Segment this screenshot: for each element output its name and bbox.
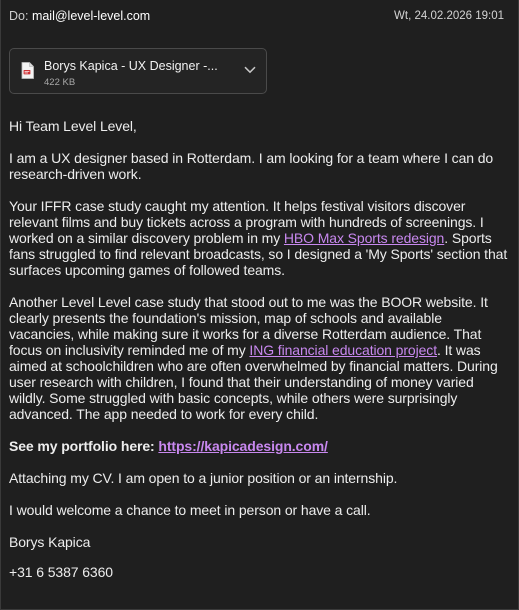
sent-date: Wt, 24.02.2026 19:01 xyxy=(394,10,504,22)
ing-project-link[interactable]: ING financial education project xyxy=(249,342,437,358)
signature-name: Borys Kapica xyxy=(9,534,91,550)
signature-phone[interactable]: +31 6 5387 6360 xyxy=(9,564,509,580)
email-body: Hi Team Level Level, I am a UX designer … xyxy=(9,118,509,594)
email-reading-pane: Do: mail@level-level.com Wt, 24.02.2026 … xyxy=(0,0,519,610)
attachment-name: Borys Kapica - UX Designer -... xyxy=(44,59,218,73)
intro-paragraph: I am a UX designer based in Rotterdam. I… xyxy=(9,150,494,182)
pdf-file-icon xyxy=(21,62,34,79)
attachment-size: 422 KB xyxy=(44,77,76,88)
portfolio-label: See my portfolio here: xyxy=(9,438,159,454)
portfolio-link[interactable]: https://kapicadesign.com/ xyxy=(158,438,328,454)
recipient-row: Do: mail@level-level.com Wt, 24.02.2026 … xyxy=(9,7,504,25)
iffr-paragraph: Your IFFR case study caught my attention… xyxy=(9,198,509,278)
to-label: Do: xyxy=(9,9,29,23)
cv-line: Attaching my CV. I am open to a junior p… xyxy=(9,470,398,486)
portfolio-line: See my portfolio here: https://kapicades… xyxy=(9,438,509,454)
hbo-max-sports-link[interactable]: HBO Max Sports redesign xyxy=(284,230,444,246)
chevron-down-icon[interactable] xyxy=(244,66,256,74)
to-address[interactable]: mail@level-level.com xyxy=(32,9,150,23)
boor-paragraph: Another Level Level case study that stoo… xyxy=(9,294,509,422)
greeting: Hi Team Level Level, xyxy=(9,118,137,134)
attachment-card[interactable]: Borys Kapica - UX Designer -... 422 KB xyxy=(9,48,267,94)
closing-line: I would welcome a chance to meet in pers… xyxy=(9,502,371,518)
